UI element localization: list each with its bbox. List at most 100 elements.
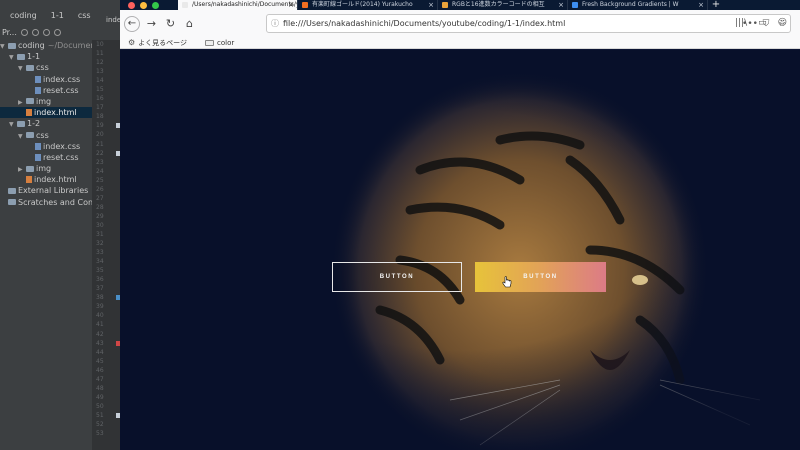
bookmark-label: color xyxy=(217,38,235,47)
tree-item[interactable]: index.html xyxy=(0,174,92,185)
line-number-text: 40 xyxy=(96,312,104,320)
browser-tab[interactable]: 有楽町線ゴールド(2014) Yurakucho × xyxy=(298,0,438,10)
project-view-label[interactable]: Pr... xyxy=(2,28,17,37)
expand-arrow-icon[interactable]: ▶ xyxy=(18,164,26,174)
browser-tab[interactable]: /Users/nakadashinichi/Documents/y × xyxy=(178,0,298,10)
line-number-text: 41 xyxy=(96,321,104,329)
tree-item[interactable]: ▼ 1-1 xyxy=(0,51,92,62)
tree-item[interactable]: ▼ css xyxy=(0,130,92,141)
back-arrow-icon[interactable]: ← xyxy=(124,15,140,32)
zoom-window-button[interactable] xyxy=(152,1,159,9)
browser-tab[interactable]: RGBと16進数カラーコードの相互 × xyxy=(438,0,568,10)
url-bar[interactable]: ⓘ file:///Users/nakadashinichi/Documents… xyxy=(266,14,791,33)
tree-item[interactable]: External Libraries xyxy=(0,185,92,196)
close-window-button[interactable] xyxy=(128,1,135,9)
tree-item[interactable]: ▼ coding~/Documents/y xyxy=(0,40,92,51)
line-number-text: 47 xyxy=(96,375,104,383)
tree-item[interactable]: index.css xyxy=(0,141,92,152)
breadcrumb-item[interactable]: css xyxy=(78,11,91,20)
expand-arrow-icon[interactable]: ▼ xyxy=(18,63,26,73)
tree-item[interactable]: ▼ 1-2 xyxy=(0,118,92,129)
line-number-text: 22 xyxy=(96,149,104,157)
tree-item[interactable]: reset.css xyxy=(0,152,92,163)
line-number-text: 27 xyxy=(96,194,104,202)
line-number-text: 21 xyxy=(96,140,104,148)
account-icon[interactable]: ☺ xyxy=(778,18,787,28)
settings-gear-icon[interactable] xyxy=(42,28,50,36)
tree-item[interactable]: Scratches and Consoles xyxy=(0,197,92,208)
breadcrumb-item[interactable]: coding xyxy=(10,11,37,20)
tree-item-label: index.html xyxy=(34,108,77,118)
locate-icon[interactable] xyxy=(20,28,28,36)
favicon-icon xyxy=(442,2,448,8)
expand-arrow-icon[interactable]: ▶ xyxy=(18,97,26,107)
close-tab-icon[interactable]: × xyxy=(558,0,564,10)
tab-strip: /Users/nakadashinichi/Documents/y × 有楽町線ゴー… xyxy=(120,0,800,10)
line-number-text: 17 xyxy=(96,104,104,112)
new-tab-button[interactable]: + xyxy=(708,0,724,10)
tree-item-label: img xyxy=(36,96,52,106)
expand-arrow-icon[interactable]: ▼ xyxy=(18,131,26,141)
browser-tab[interactable]: Fresh Background Gradients | W × xyxy=(568,0,708,10)
line-number-text: 10 xyxy=(96,41,104,48)
line-number-text: 16 xyxy=(96,95,104,103)
tree-item[interactable]: index.css xyxy=(0,74,92,85)
tab-label: Fresh Background Gradients | W xyxy=(582,1,679,8)
line-number-text: 36 xyxy=(96,276,104,284)
url-text[interactable]: file:///Users/nakadashinichi/Documents/y… xyxy=(283,19,742,28)
line-number-text: 33 xyxy=(96,249,104,257)
collapse-icon[interactable] xyxy=(31,28,39,36)
tree-item[interactable]: ▶ img xyxy=(0,96,92,107)
tab-label: /Users/nakadashinichi/Documents/y xyxy=(192,1,298,8)
tree-item[interactable]: ▼ css xyxy=(0,62,92,73)
forward-arrow-icon[interactable]: → xyxy=(142,14,161,33)
line-number-text: 42 xyxy=(96,330,104,338)
tree-item-label: index.css xyxy=(43,141,81,151)
line-number-text: 30 xyxy=(96,221,104,229)
favicon-icon xyxy=(182,2,188,8)
toolbar-right: |||\ ▭ ☺ xyxy=(735,18,787,28)
expand-arrow-icon[interactable]: ▼ xyxy=(0,41,8,51)
tree-item-label: reset.css xyxy=(43,152,79,162)
expand-arrow-icon[interactable]: ▼ xyxy=(9,119,17,129)
css-file-icon xyxy=(35,153,41,161)
minimize-window-button[interactable] xyxy=(140,1,147,9)
tree-item[interactable]: reset.css xyxy=(0,85,92,96)
close-tab-icon[interactable]: × xyxy=(698,0,704,10)
favicon-icon xyxy=(302,2,308,8)
line-number-text: 14 xyxy=(96,77,104,85)
line-number-text: 19 xyxy=(96,122,104,130)
bookmark-color-folder[interactable]: color xyxy=(205,39,234,47)
sidebar-icon[interactable]: ▭ xyxy=(758,18,767,28)
tree-item-label: css xyxy=(36,130,49,140)
html-file-icon xyxy=(26,109,32,117)
button-gradient[interactable]: BUTTON xyxy=(475,262,606,292)
tree-item[interactable]: index.html xyxy=(0,107,92,119)
tree-item-label: 1-1 xyxy=(27,52,41,62)
home-icon[interactable]: ⌂ xyxy=(180,14,199,33)
folder-icon xyxy=(26,132,34,138)
line-number-text: 51 xyxy=(96,411,104,419)
bookmark-most-visited[interactable]: ⚙ よく見るページ xyxy=(128,38,187,48)
breadcrumb-item[interactable]: 1-1 xyxy=(51,11,64,20)
line-number-text: 23 xyxy=(96,158,104,166)
tree-item-label: reset.css xyxy=(43,85,79,95)
button-outline[interactable]: BUTTON xyxy=(332,262,462,292)
expand-arrow-icon[interactable]: ▼ xyxy=(9,52,17,62)
library-icon[interactable]: |||\ xyxy=(735,18,747,28)
html-file-icon xyxy=(26,176,32,184)
tree-item[interactable]: ▶ img xyxy=(0,163,92,174)
tab-label: RGBと16進数カラーコードの相互 xyxy=(452,1,545,8)
editor-tab[interactable]: inde xyxy=(106,16,121,24)
line-number-text: 48 xyxy=(96,384,104,392)
line-number-text: 39 xyxy=(96,303,104,311)
reload-icon[interactable]: ↻ xyxy=(161,14,180,33)
line-number-text: 32 xyxy=(96,240,104,248)
info-icon[interactable]: ⓘ xyxy=(267,18,283,29)
hide-panel-icon[interactable] xyxy=(53,28,61,36)
close-tab-icon[interactable]: × xyxy=(428,0,434,10)
tree-item-label: img xyxy=(36,164,52,174)
close-tab-icon[interactable]: × xyxy=(288,0,294,10)
css-file-icon xyxy=(35,86,41,94)
hand-cursor-icon xyxy=(502,276,512,288)
